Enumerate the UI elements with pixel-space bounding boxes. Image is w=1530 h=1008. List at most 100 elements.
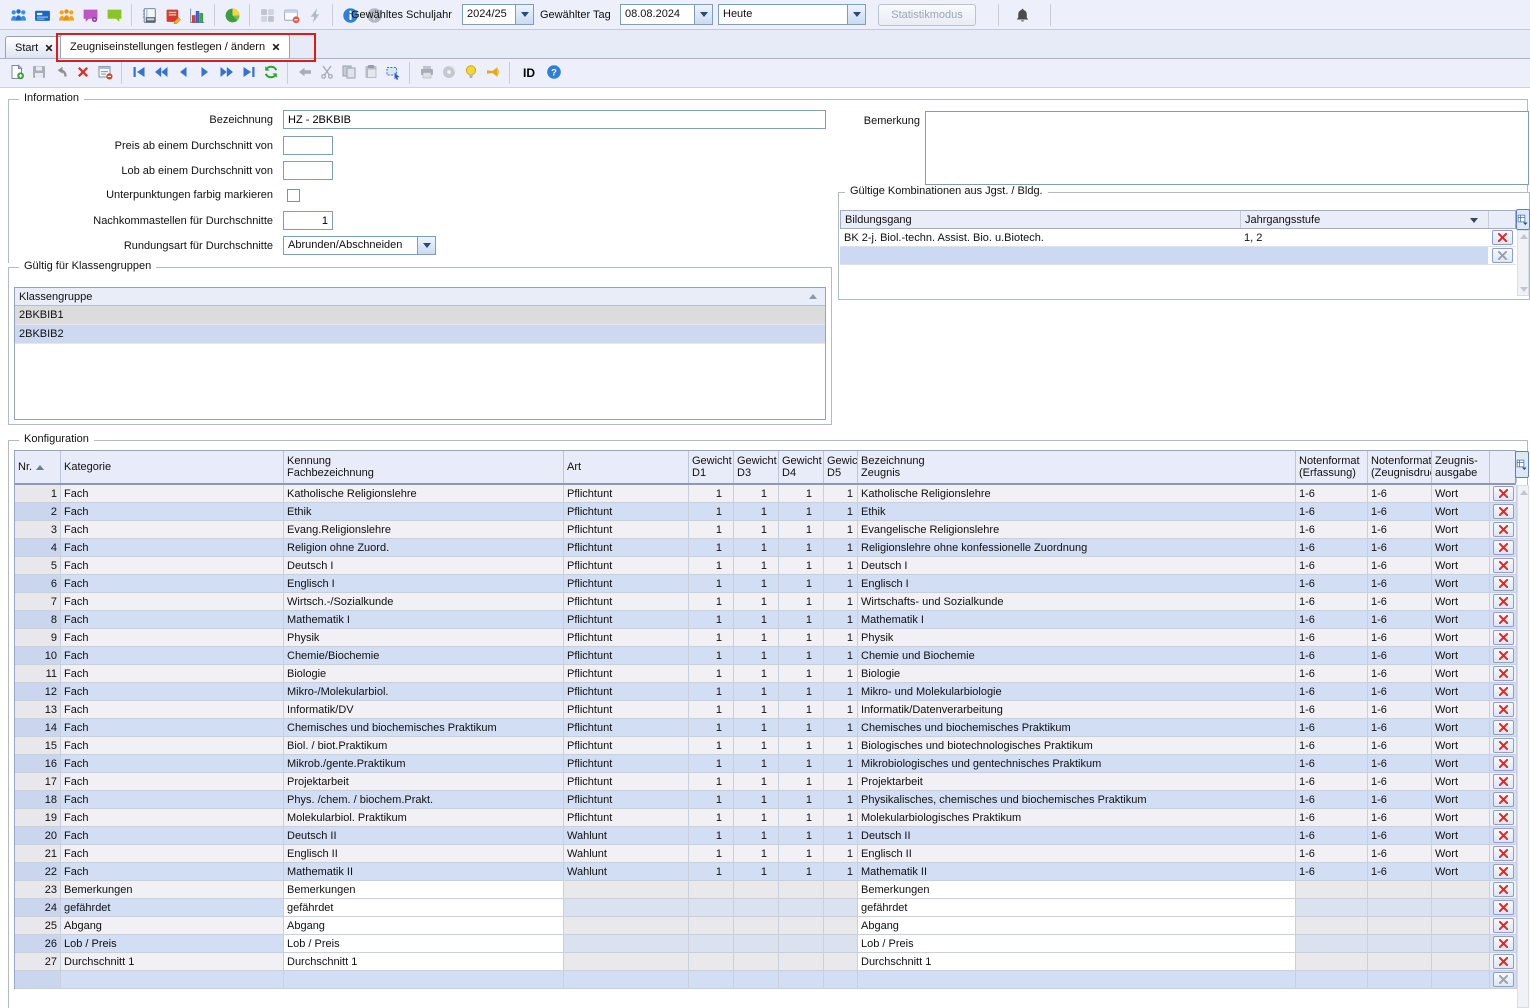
preis-field[interactable] — [283, 136, 333, 155]
config-col-delete[interactable] — [1490, 451, 1517, 483]
refresh-button[interactable] — [260, 62, 281, 84]
config-col-gewicht-d4[interactable]: Gewicht D4 — [779, 451, 824, 483]
table-row[interactable]: 19FachMolekularbiol. PraktikumPflichtunt… — [15, 809, 1517, 827]
rundungsart-select[interactable]: Abrunden/Abschneiden — [283, 236, 436, 255]
cut-button[interactable] — [316, 62, 337, 84]
table-row[interactable]: 5FachDeutsch IPflichtunt1111Deutsch I1-6… — [15, 557, 1517, 575]
table-row[interactable]: 22FachMathematik IIWahlunt1111Mathematik… — [15, 863, 1517, 881]
config-col-zeugnisausgabe[interactable]: Zeugnis- ausgabe — [1432, 451, 1490, 483]
delete-row-button[interactable] — [1493, 594, 1514, 609]
table-row-empty[interactable] — [15, 971, 1517, 989]
scroll-up-icon[interactable] — [1520, 490, 1528, 495]
close-icon[interactable] — [45, 44, 53, 52]
remove-form-button[interactable] — [94, 62, 115, 84]
quick-actions-button[interactable] — [303, 3, 327, 27]
config-col-gewicht-d5[interactable]: Gewicht D5 — [824, 451, 858, 483]
config-col-notenformat-zeugnisdruck[interactable]: Notenformat (Zeugnisdruck) — [1368, 451, 1432, 483]
table-row[interactable]: 21FachEnglisch IIWahlunt1111Englisch II1… — [15, 845, 1517, 863]
nav-first-button[interactable] — [128, 62, 149, 84]
tab-start[interactable]: Start — [5, 36, 63, 58]
nachkommastellen-field[interactable] — [283, 211, 333, 230]
statistikmodus-button[interactable]: Statistikmodus — [878, 4, 976, 26]
bemerkung-field[interactable] — [925, 111, 1529, 185]
id-button[interactable]: ID — [516, 62, 542, 84]
modules-button[interactable] — [255, 3, 279, 27]
kombinationen-scrollbar[interactable] — [1517, 230, 1529, 296]
table-row[interactable]: 26Lob / PreisLob / PreisLob / Preis — [15, 935, 1517, 953]
undo-button[interactable] — [50, 62, 71, 84]
table-row[interactable]: 16FachMikrob./gente.PraktikumPflichtunt1… — [15, 755, 1517, 773]
table-row[interactable]: 17FachProjektarbeitPflichtunt1111Projekt… — [15, 773, 1517, 791]
tab-zeugniseinstellungen[interactable]: Zeugniseinstellungen festlegen / ändern — [60, 34, 290, 58]
table-row[interactable]: 24gefährdetgefährdetgefährdet — [15, 899, 1517, 917]
table-row[interactable]: BK 2-j. Biol.-techn. Assist. Bio. u.Biot… — [840, 229, 1516, 247]
register-button[interactable] — [137, 3, 161, 27]
print-button[interactable] — [416, 62, 437, 84]
config-col-bezeichnung-zeugnis[interactable]: Bezeichnung Zeugnis — [858, 451, 1296, 483]
bezeichnung-field[interactable] — [283, 110, 826, 129]
config-col-notenformat-erfassung[interactable]: Notenformat (Erfassung) — [1296, 451, 1368, 483]
messages-button[interactable] — [78, 3, 102, 27]
konfiguration-scrollbar[interactable] — [1517, 485, 1529, 1008]
delete-row-button[interactable] — [1493, 702, 1514, 717]
delete-row-button[interactable] — [1493, 828, 1514, 843]
delete-row-button[interactable] — [1493, 648, 1514, 663]
notify-button[interactable] — [482, 62, 503, 84]
delete-row-button[interactable] — [1493, 612, 1514, 627]
table-row[interactable]: 12FachMikro-/Molekularbiol.Pflichtunt111… — [15, 683, 1517, 701]
class-register-button[interactable] — [161, 3, 185, 27]
classes-button[interactable] — [30, 3, 54, 27]
klassengruppen-column-header[interactable]: Klassengruppe — [15, 288, 825, 306]
evaluation-button[interactable] — [220, 3, 244, 27]
delete-row-button[interactable] — [1493, 738, 1514, 753]
table-row[interactable]: 25AbgangAbgangAbgang — [15, 917, 1517, 935]
table-row[interactable]: 18FachPhys. /chem. / biochem.Prakt.Pflic… — [15, 791, 1517, 809]
table-row[interactable]: 13FachInformatik/DVPflichtunt1111Informa… — [15, 701, 1517, 719]
nav-next-button[interactable] — [194, 62, 215, 84]
lob-field[interactable] — [283, 161, 333, 180]
paste-button[interactable] — [360, 62, 381, 84]
scroll-down-icon[interactable] — [1520, 287, 1528, 292]
chevron-down-icon[interactable] — [847, 5, 865, 24]
statistics-button[interactable] — [185, 3, 209, 27]
select-area-button[interactable] — [382, 62, 403, 84]
table-row[interactable]: 3FachEvang.ReligionslehrePflichtunt1111E… — [15, 521, 1517, 539]
nav-last-button[interactable] — [238, 62, 259, 84]
notifications-button[interactable] — [1010, 3, 1034, 27]
table-row[interactable]: 10FachChemie/BiochemiePflichtunt1111Chem… — [15, 647, 1517, 665]
config-col-gewicht-d3[interactable]: Gewicht D3 — [734, 451, 779, 483]
delete-row-button[interactable] — [1493, 540, 1514, 555]
nav-prev-button[interactable] — [172, 62, 193, 84]
delete-row-button[interactable] — [1493, 684, 1514, 699]
nav-prev-fast-button[interactable] — [150, 62, 171, 84]
delete-row-button[interactable] — [1493, 630, 1514, 645]
delete-row-button[interactable] — [1493, 792, 1514, 807]
table-row-empty[interactable] — [840, 247, 1516, 265]
table-row[interactable]: 20FachDeutsch IIWahlunt1111Deutsch II1-6… — [15, 827, 1517, 845]
delete-row-button[interactable] — [1493, 936, 1514, 951]
export-button[interactable] — [438, 62, 459, 84]
delete-row-button[interactable] — [1493, 576, 1514, 591]
delete-row-button-disabled[interactable] — [1492, 248, 1513, 263]
table-row[interactable]: 4FachReligion ohne Zuord.Pflichtunt1111R… — [15, 539, 1517, 557]
back-button[interactable] — [294, 62, 315, 84]
chevron-down-icon[interactable] — [694, 5, 712, 24]
teachers-button[interactable] — [54, 3, 78, 27]
unterpunktungen-checkbox[interactable] — [287, 189, 300, 202]
filter-down-icon[interactable] — [1470, 218, 1478, 223]
forum-button[interactable] — [102, 3, 126, 27]
window-remove-button[interactable] — [279, 3, 303, 27]
delete-row-button[interactable] — [1493, 666, 1514, 681]
delete-button[interactable] — [72, 62, 93, 84]
kombinationen-col-bildungsgang[interactable]: Bildungsgang — [841, 211, 1241, 228]
chevron-down-icon[interactable] — [417, 237, 435, 254]
config-col-art[interactable]: Art — [564, 451, 689, 483]
new-button[interactable] — [6, 62, 27, 84]
delete-row-button[interactable] — [1493, 918, 1514, 933]
help-blue-button[interactable]: ? — [543, 62, 564, 84]
students-button[interactable] — [6, 3, 30, 27]
table-row[interactable]: 7FachWirtsch.-/SozialkundePflichtunt1111… — [15, 593, 1517, 611]
list-item[interactable]: 2BKBIB1 — [15, 306, 825, 325]
list-item[interactable]: 2BKBIB2 — [15, 325, 825, 344]
day-mode-select[interactable]: Heute — [718, 4, 866, 25]
